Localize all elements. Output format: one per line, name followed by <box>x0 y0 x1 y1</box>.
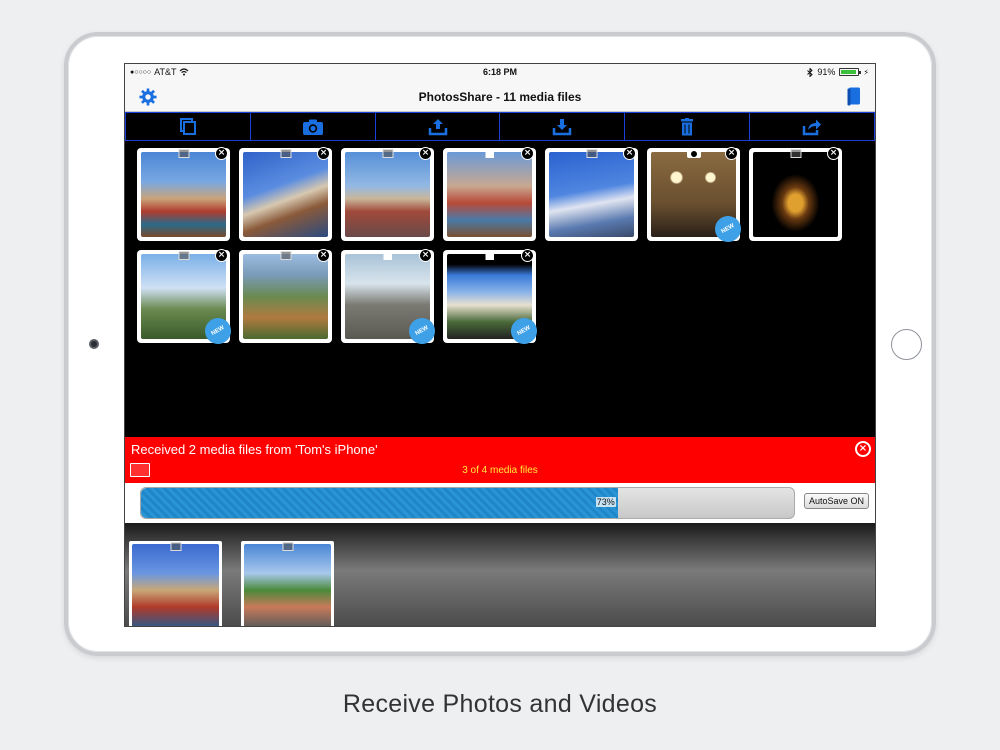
bluetooth-icon <box>807 67 814 77</box>
progress-row: 73% AutoSave ON <box>125 483 875 523</box>
video-type-icon <box>485 251 494 260</box>
photo-type-icon <box>790 149 801 158</box>
received-media-strip <box>125 523 875 626</box>
close-icon[interactable]: × <box>855 441 871 457</box>
progress-percent: 73% <box>595 497 616 507</box>
photo-type-icon <box>280 251 291 260</box>
photo-type-icon <box>382 149 393 158</box>
clock: 6:18 PM <box>482 67 517 77</box>
photo-image <box>243 152 328 237</box>
photo-image <box>132 544 219 626</box>
remove-icon[interactable]: × <box>725 147 738 160</box>
remove-icon[interactable]: × <box>317 147 330 160</box>
media-thumbnail[interactable]: × NEW <box>443 249 540 347</box>
copy-button[interactable] <box>126 113 251 140</box>
status-bar: ●○○○○ AT&T 6:18 PM 91% ⚡ <box>125 64 875 82</box>
photo-image <box>549 152 634 237</box>
photo-image <box>447 152 532 237</box>
remove-icon[interactable]: × <box>215 147 228 160</box>
media-thumbnail[interactable]: × <box>239 249 332 343</box>
app-screen: ●○○○○ AT&T 6:18 PM 91% ⚡ PhotosShare - 1… <box>124 63 876 627</box>
photo-image <box>243 254 328 339</box>
download-button[interactable] <box>500 113 626 140</box>
camera-icon <box>302 119 323 135</box>
media-thumbnail[interactable]: × NEW <box>137 249 234 347</box>
photo-type-icon <box>282 542 293 551</box>
battery-fill <box>841 70 856 74</box>
home-button[interactable] <box>891 329 922 360</box>
camera-button[interactable] <box>251 113 376 140</box>
media-thumbnail[interactable]: × <box>443 147 536 241</box>
remove-icon[interactable]: × <box>317 249 330 262</box>
battery-percent: 91% <box>817 67 836 77</box>
remove-icon[interactable]: × <box>521 249 534 262</box>
photo-type-icon <box>586 149 597 158</box>
photo-image <box>753 152 838 237</box>
media-grid: × × × × × × NEW × × NEW × × NEW × NEW <box>125 141 875 437</box>
remove-icon[interactable]: × <box>419 147 432 160</box>
photo-image <box>244 544 331 626</box>
page-title: PhotosShare - 11 media files <box>418 90 582 104</box>
photo-type-icon <box>178 251 189 260</box>
media-thumbnail[interactable]: × NEW <box>341 249 438 347</box>
remove-icon[interactable]: × <box>215 249 228 262</box>
remove-icon[interactable]: × <box>419 249 432 262</box>
transfer-headline: Received 2 media files from 'Tom's iPhon… <box>131 442 378 457</box>
charging-icon: ⚡ <box>863 67 869 77</box>
trash-icon <box>681 117 694 135</box>
photo-type-icon <box>280 149 291 158</box>
photo-type-icon <box>170 542 181 551</box>
video-type-icon <box>383 251 392 260</box>
battery-icon <box>839 68 862 76</box>
remove-icon[interactable]: × <box>521 147 534 160</box>
photo-image <box>141 152 226 237</box>
delete-button[interactable] <box>625 113 751 140</box>
share-button[interactable] <box>750 113 874 140</box>
copy-icon <box>179 117 196 135</box>
video-type-icon <box>485 149 494 158</box>
marketing-caption: Receive Photos and Videos <box>342 690 658 718</box>
remove-icon[interactable]: × <box>623 147 636 160</box>
photo-type-icon <box>178 149 189 158</box>
upload-button[interactable] <box>376 113 501 140</box>
download-icon <box>553 118 572 135</box>
front-camera <box>89 339 99 349</box>
media-thumbnail[interactable]: × <box>239 147 332 241</box>
transfer-notification: Received 2 media files from 'Tom's iPhon… <box>125 437 875 483</box>
media-thumbnail[interactable]: × <box>749 147 842 241</box>
remove-icon[interactable]: × <box>827 147 840 160</box>
media-thumbnail[interactable]: × <box>545 147 638 241</box>
received-thumbnail[interactable] <box>241 541 334 626</box>
received-thumbnail[interactable] <box>129 541 222 626</box>
progress-bar: 73% <box>140 487 795 519</box>
media-thumbnail[interactable]: × <box>341 147 434 241</box>
book-icon[interactable] <box>847 87 861 106</box>
share-icon <box>802 119 822 135</box>
progress-fill <box>141 488 618 518</box>
media-thumbnail[interactable]: × <box>137 147 230 241</box>
media-thumbnail[interactable]: × NEW <box>647 147 744 245</box>
upload-icon <box>428 118 447 135</box>
transfer-file-count: 3 of 4 media files <box>462 465 538 476</box>
autosave-toggle[interactable]: AutoSave ON <box>803 493 869 509</box>
navigation-bar: PhotosShare - 11 media files <box>125 82 875 112</box>
photo-image <box>345 152 430 237</box>
camera-type-icon <box>686 149 701 158</box>
action-toolbar <box>125 112 875 141</box>
